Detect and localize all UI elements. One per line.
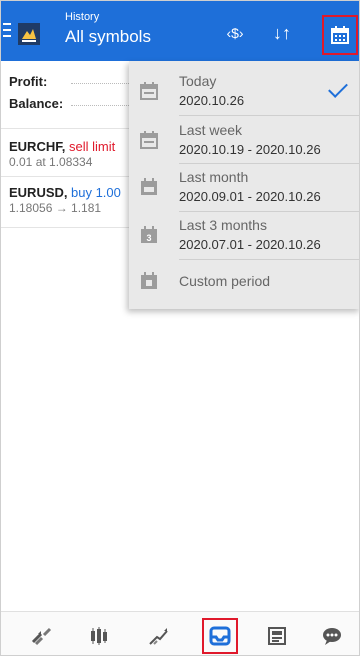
period-item-today[interactable]: Today 2020.10.26: [129, 67, 359, 121]
deal-symbol: EURUSD,: [9, 185, 68, 200]
profit-label: Profit:: [9, 74, 48, 89]
sort-icon: ↓↑: [273, 22, 291, 43]
currency-filter-button[interactable]: ‹$›: [217, 15, 253, 51]
deal-type: buy 1.00: [71, 185, 121, 200]
nav-quotes[interactable]: [23, 618, 59, 654]
period-label: Custom period: [179, 273, 271, 289]
messages-icon: [323, 628, 341, 645]
currency-filter-icon: ‹$›: [226, 25, 244, 41]
bottom-navigation: [1, 611, 359, 655]
period-range: 2020.10.26: [179, 93, 245, 108]
chart-icon: [91, 627, 107, 645]
period-item-custom[interactable]: Custom period: [129, 259, 359, 309]
nav-chart[interactable]: [81, 618, 117, 654]
period-item-last-week[interactable]: Last week 2020.10.19 - 2020.10.26: [129, 116, 359, 170]
period-item-last-3-months[interactable]: 3 Last 3 months 2020.07.01 - 2020.10.26: [129, 211, 359, 265]
period-label: Last month: [179, 169, 249, 185]
quotes-icon: [31, 627, 52, 646]
deal-symbol: EURCHF,: [9, 139, 66, 154]
calendar-icon: 3: [141, 226, 157, 243]
top-app-bar: History All symbols ‹$› ↓↑: [1, 1, 359, 61]
sort-button[interactable]: ↓↑: [264, 15, 300, 51]
deal-detail: 0.01 at 1.08334: [9, 155, 93, 169]
calendar-button[interactable]: [322, 15, 358, 55]
nav-trade[interactable]: [141, 618, 177, 654]
app-frame: History All symbols ‹$› ↓↑ Profit: Balan…: [0, 0, 360, 656]
calendar-icon: [331, 26, 349, 44]
app-logo-icon: [18, 23, 40, 45]
svg-text:3: 3: [146, 233, 151, 243]
menu-icon[interactable]: [3, 23, 11, 37]
deal-detail: 1.18056 → 1.181: [9, 201, 102, 215]
nav-news[interactable]: [259, 618, 295, 654]
period-label: Today: [179, 73, 217, 89]
period-label: Last 3 months: [179, 217, 267, 233]
calendar-icon: [141, 178, 157, 195]
news-icon: [268, 627, 286, 645]
history-icon: [209, 626, 231, 646]
calendar-icon: [141, 272, 157, 289]
period-label: Last week: [179, 122, 243, 138]
period-item-last-month[interactable]: Last month 2020.09.01 - 2020.10.26: [129, 163, 359, 217]
deal-type: sell limit: [69, 139, 116, 154]
period-dropdown: Today 2020.10.26 Last week 2020.10.19 - …: [129, 61, 359, 309]
trade-icon: [149, 628, 168, 645]
calendar-icon: [140, 82, 158, 100]
period-range: 2020.10.19 - 2020.10.26: [179, 142, 321, 157]
calendar-icon: [140, 131, 158, 149]
balance-label: Balance:: [9, 96, 64, 111]
period-range: 2020.07.01 - 2020.10.26: [179, 237, 321, 252]
screen-title: All symbols: [65, 27, 151, 46]
nav-messages[interactable]: [314, 618, 350, 654]
period-range: 2020.09.01 - 2020.10.26: [179, 189, 321, 204]
profit-leader: [71, 83, 131, 84]
nav-history[interactable]: [202, 618, 238, 654]
balance-leader: [71, 105, 131, 106]
checkmark-icon: [328, 78, 348, 98]
screen-subtitle: History: [65, 11, 100, 23]
